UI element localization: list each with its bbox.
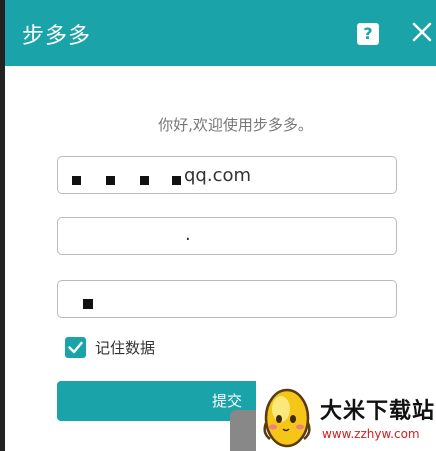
account-value: qq.com [184, 165, 252, 186]
redaction-mark [106, 176, 115, 185]
watermark-overlay: 大米下载站 www.zzhyw.com [256, 381, 436, 451]
watermark-url: www.zzhyw.com [322, 427, 420, 441]
check-icon [68, 341, 83, 353]
password-value: . [185, 224, 191, 245]
password-input[interactable]: . [57, 217, 397, 255]
account-input[interactable]: qq.com [57, 156, 397, 194]
rice-mascot-icon [263, 388, 311, 448]
help-button[interactable]: ? [357, 23, 379, 45]
welcome-text: 你好,欢迎使用步多多。 [158, 116, 313, 134]
remember-checkbox-row[interactable]: 记住数据 [65, 336, 155, 358]
close-button[interactable] [410, 20, 434, 44]
third-input[interactable] [57, 280, 397, 318]
help-icon: ? [363, 24, 373, 43]
redaction-mark [140, 176, 149, 185]
watermark-brand: 大米下载站 [320, 399, 436, 424]
window-left-edge [0, 0, 5, 451]
window-title: 步多多 [22, 24, 92, 49]
remember-checkbox[interactable] [65, 336, 86, 358]
redaction-mark [172, 176, 181, 185]
remember-label: 记住数据 [95, 338, 156, 357]
redaction-mark [83, 299, 93, 309]
title-bar: 步多多 ? [5, 0, 436, 66]
redaction-mark [72, 176, 81, 185]
close-icon [412, 22, 432, 42]
